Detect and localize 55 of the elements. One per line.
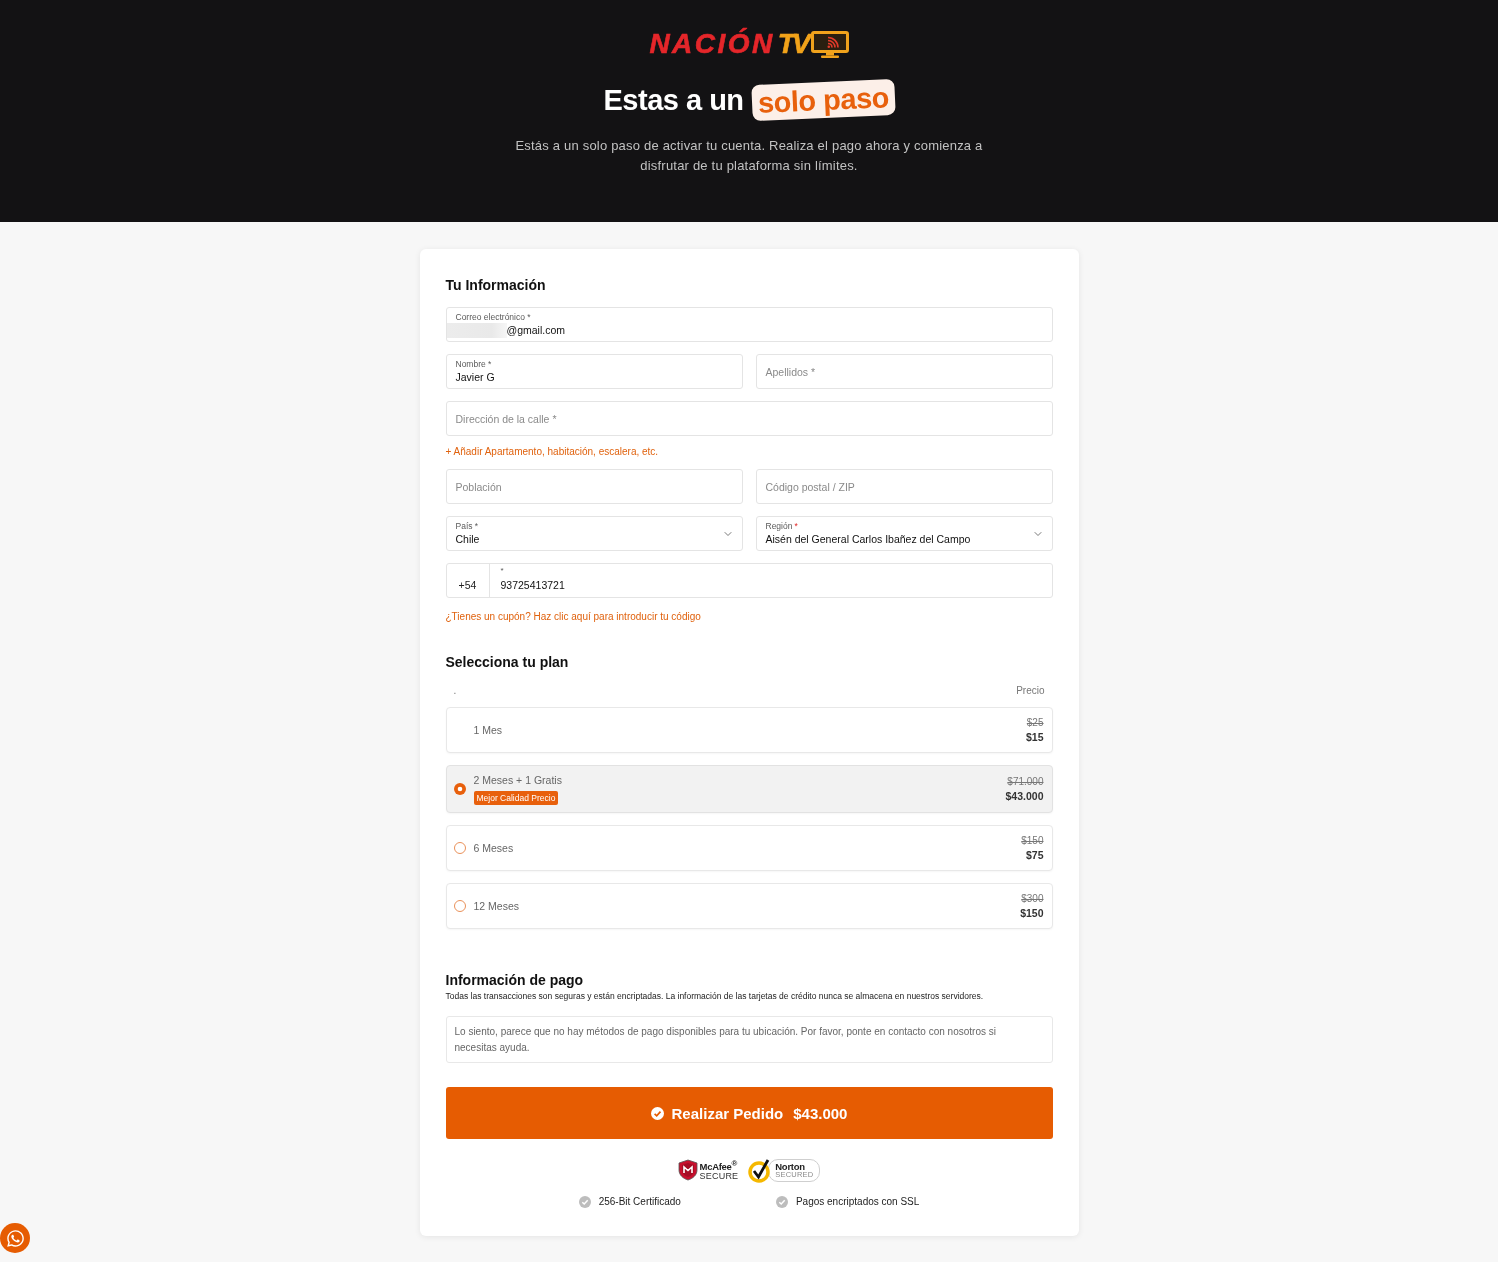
plan-name: 2 Meses + 1 Gratis <box>473 773 562 787</box>
section-title: Selecciona tu plan <box>445 654 570 671</box>
radio-icon <box>453 900 466 912</box>
column-label: Precio <box>1016 685 1045 697</box>
plan-option[interactable]: 2 Meses + 1 Gratis Mejor Calidad Precio $71.000 $43.000 <box>445 765 1053 813</box>
check-circle-icon <box>775 1196 788 1208</box>
page-title: Estas a un <box>603 82 744 118</box>
tv-icon <box>810 30 849 58</box>
plan-name: 12 Meses <box>473 899 520 913</box>
radio-selected-icon <box>453 783 466 795</box>
title-highlight: solo paso <box>750 78 896 121</box>
old-price: $150 <box>1021 834 1044 848</box>
street-address-field[interactable]: Dirección de la calle * <box>445 401 1053 436</box>
coupon-link[interactable]: ¿Tienes un cupón? Haz clic aquí para introducir tu código <box>445 611 701 623</box>
plan-price: $43.000 <box>1005 789 1044 804</box>
plan-name: 6 Meses <box>473 841 514 855</box>
city-field[interactable]: Población <box>445 469 743 504</box>
check-circle-icon <box>650 1106 664 1120</box>
column-label: . <box>453 685 457 697</box>
security-badge-text: McAfee$^{®}$ SECURE <box>699 1158 739 1182</box>
payment-description: Todas las transacciones son seguras y están encriptadas. La información de las tarjetas de crédito nunca se almacena en nuestros servidores. <box>445 991 985 1002</box>
radio-icon <box>453 842 466 854</box>
region-select[interactable]: Región * Aisén del General Carlos Ibañez del Campo <box>755 516 1053 551</box>
phone-field[interactable]: +54 * 93725413721 <box>445 563 1053 598</box>
plan-price: $150 <box>1020 906 1044 921</box>
plan-option[interactable]: 12 Meses $300 $150 <box>445 883 1053 929</box>
page-subtitle: Estás a un solo paso de activar tu cuenta. Realiza el pago ahora y comienza a disfrutar de tu plataforma sin límites. <box>514 137 984 175</box>
plan-price: $75 <box>1025 848 1044 863</box>
old-price: $71.000 <box>1007 775 1044 789</box>
plan-option[interactable]: 6 Meses $150 $75 <box>445 825 1053 871</box>
plan-name: 1 Mes <box>473 723 503 737</box>
payment-notice: Lo siento, parece que no hay métodos de pago disponibles para tu ubicación. Por favor, ponte en contacto con nosotros si necesitas ayuda. <box>445 1016 1053 1063</box>
security-feature-text: Pagos encriptados con SSL <box>795 1196 920 1208</box>
check-seal-icon <box>748 1157 773 1183</box>
security-feature-text: 256-Bit Certificado <box>598 1196 681 1208</box>
old-price: $300 <box>1021 892 1044 906</box>
first-name-field[interactable]: Nombre * Javier G <box>445 354 743 389</box>
section-title: Información de pago <box>445 972 585 989</box>
logo-name: NACIÓN <box>649 30 775 58</box>
section-title: Tu Información <box>445 277 547 294</box>
phone-bubble-icon <box>5 1228 25 1248</box>
check-circle-icon <box>578 1196 591 1208</box>
email-field[interactable]: Correo electrónico * @gmail.com <box>445 307 1053 342</box>
postal-code-field[interactable]: Código postal / ZIP <box>755 469 1053 504</box>
plan-badge: Mejor Calidad Precio <box>473 791 559 805</box>
chat-button[interactable] <box>0 1223 30 1253</box>
shield-icon <box>677 1159 698 1181</box>
country-select[interactable]: País * Chile <box>445 516 743 551</box>
place-order-button[interactable]: Realizar Pedido $43.000 <box>445 1087 1053 1139</box>
old-price: $25 <box>1026 716 1044 730</box>
last-name-field[interactable]: Apellidos * <box>755 354 1053 389</box>
logo-suffix: TV <box>777 30 811 58</box>
plan-price: $15 <box>1025 730 1044 745</box>
add-address-line-link[interactable]: + Añadir Apartamento, habitación, escalera, etc. <box>445 446 659 458</box>
plan-option[interactable]: 1 Mes $25 $15 <box>445 707 1053 753</box>
